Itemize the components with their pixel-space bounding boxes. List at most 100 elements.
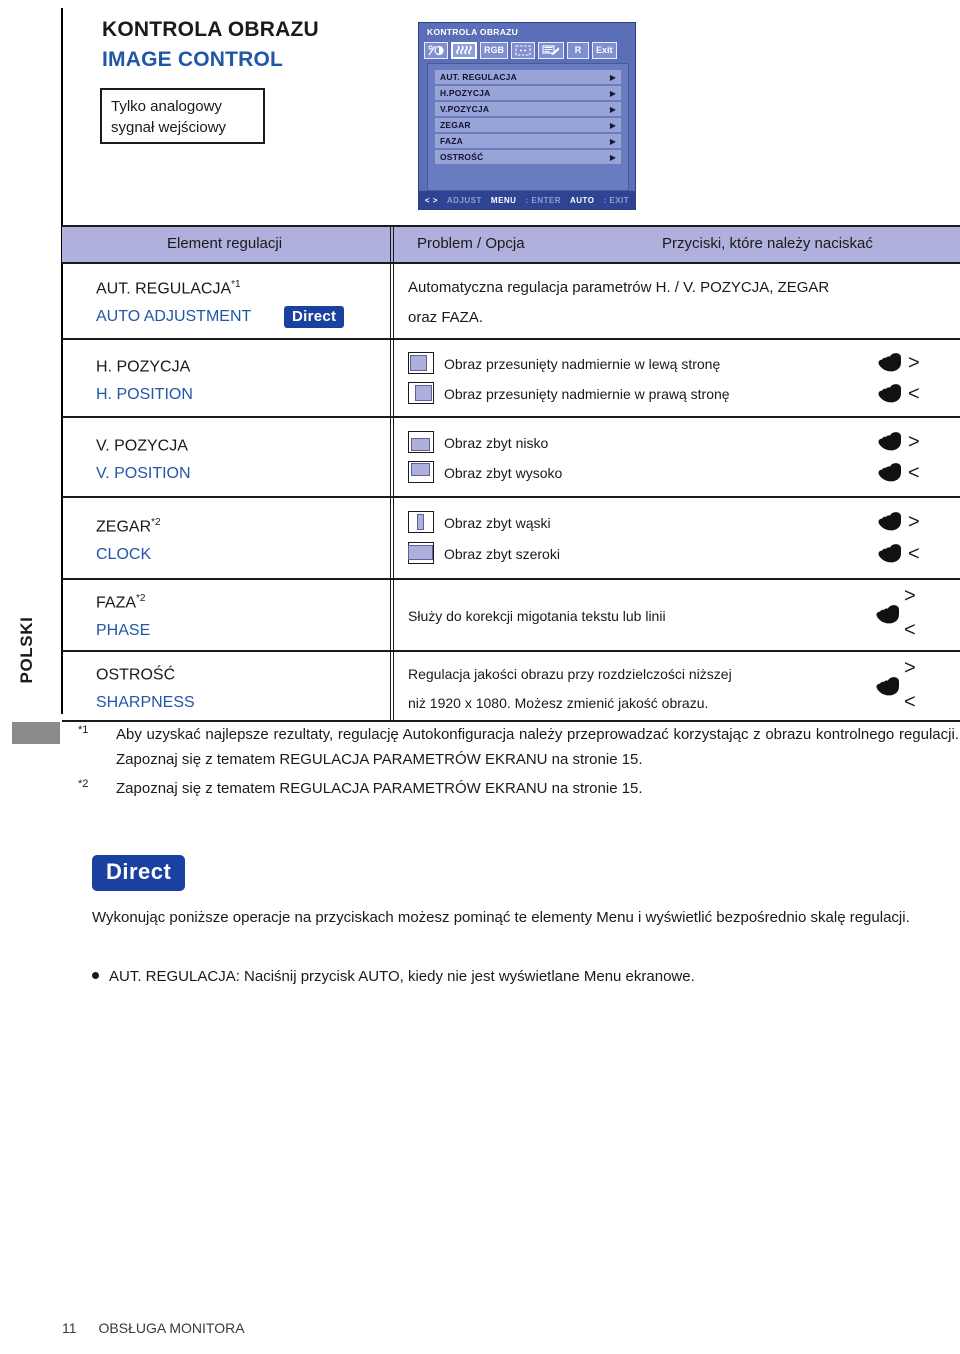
osd-status-menu-key: MENU	[490, 195, 517, 205]
pointing-hand-icon	[878, 512, 901, 531]
brightness-contrast-icon[interactable]	[424, 41, 448, 59]
osd-status-adjust-keys: < >	[424, 195, 438, 205]
direct-badge-large: Direct	[92, 855, 186, 891]
chevron-right-icon: ▶	[609, 72, 616, 82]
screen-thumb-shifted-down-icon	[408, 431, 434, 453]
direct-bullet-text: AUT. REGULACJA: Naciśnij przycisk AUTO, …	[109, 968, 695, 985]
direct-badge: Direct	[284, 306, 345, 328]
osd-menu-panel: KONTROLA OBRAZU RGB R Exit AUT. REGULACJ…	[418, 22, 636, 210]
chevron-right-icon: ▶	[609, 88, 616, 98]
osd-menu-item-label: FAZA	[440, 136, 463, 146]
footnote-1: *1 Aby uzyskać najlepsze rezultaty, regu…	[62, 722, 960, 772]
button-hint-left: <	[876, 462, 920, 483]
row-buttons-cell: > <	[864, 580, 960, 650]
row-name-en: PHASE	[96, 622, 151, 639]
analog-signal-note: Tylko analogowy sygnał wejściowy	[100, 88, 265, 144]
row-option-text: niż 1920 x 1080. Możesz zmienić jakość o…	[408, 695, 709, 711]
osd-status-adjust-label: ADJUST	[446, 195, 482, 205]
chevron-right-icon: ▶	[609, 104, 616, 114]
row-item-cell: OSTROŚĆ SHARPNESS	[62, 652, 390, 720]
row-name-pl: OSTROŚĆ	[96, 666, 176, 684]
rgb-icon-label: RGB	[484, 45, 504, 55]
rgb-icon[interactable]: RGB	[480, 41, 508, 59]
osd-menu-item-label: ZEGAR	[440, 120, 471, 130]
footer-section-title: OBSŁUGA MONITORA	[98, 1320, 245, 1336]
row-description-line: Automatyczna regulacja parametrów H. / V…	[408, 279, 830, 296]
osd-menu-item-sharpness[interactable]: OSTROŚĆ ▶	[435, 150, 621, 164]
table-row-h-position: H. POZYCJA H. POSITION Obraz przesunięty…	[62, 338, 960, 416]
screen-adjust-icon[interactable]	[511, 41, 535, 59]
button-hint-right: >	[876, 511, 920, 532]
pointing-hand-icon	[876, 605, 899, 624]
footnotes: *1 Aby uzyskać najlepsze rezultaty, regu…	[62, 722, 960, 801]
setup-menu-icon[interactable]	[538, 41, 564, 59]
screen-thumb-too-wide-icon	[408, 542, 434, 564]
osd-menu-item-clock[interactable]: ZEGAR ▶	[435, 118, 621, 132]
row-item-cell: H. POZYCJA H. POSITION	[62, 340, 390, 416]
chevron-left-label-wrap: <	[904, 692, 916, 713]
pointing-hand-icon	[878, 463, 901, 482]
row-description-line: oraz FAZA.	[408, 309, 484, 326]
chevron-right-label: >	[908, 510, 920, 533]
osd-menu-item-phase[interactable]: FAZA ▶	[435, 134, 621, 148]
chevron-left-label: <	[904, 691, 916, 713]
row-name-en: V. POSITION	[96, 465, 191, 482]
osd-menu-list: AUT. REGULACJA ▶ H.POZYCJA ▶ V.POZYCJA ▶…	[427, 63, 629, 191]
chevron-right-label: >	[908, 430, 920, 453]
footnote-marker: *2	[78, 778, 89, 790]
direct-intro-text: Wykonując poniższe operacje na przyciska…	[92, 909, 910, 926]
language-tab-marker	[12, 722, 60, 744]
row-item-cell: ZEGAR*2 CLOCK	[62, 498, 390, 578]
footer-page-number: 11	[62, 1320, 77, 1336]
row-item-cell: V. POZYCJA V. POSITION	[62, 418, 390, 496]
page-title-en: IMAGE CONTROL	[102, 48, 284, 71]
row-name-pl: H. POZYCJA	[96, 358, 191, 376]
pointing-hand-icon	[878, 544, 901, 563]
footnote-ref: *2	[151, 517, 161, 528]
row-buttons-cell: > <	[864, 340, 960, 416]
osd-menu-item-h-position[interactable]: H.POZYCJA ▶	[435, 86, 621, 100]
table-row-auto-adjustment: AUT. REGULACJA*1 AUTO ADJUSTMENT Direct …	[62, 262, 960, 338]
exit-icon[interactable]: Exit	[592, 41, 617, 59]
chevron-right-label-wrap: >	[904, 658, 916, 679]
chevron-right-label-wrap: >	[904, 586, 916, 607]
exit-icon-label: Exit	[596, 45, 613, 55]
image-control-icon[interactable]	[451, 41, 477, 59]
button-hint-left: <	[876, 543, 920, 564]
chevron-left-label: <	[908, 461, 920, 484]
table-column-divider	[390, 227, 394, 262]
pointing-hand-icon	[876, 677, 899, 696]
page-title-pl: KONTROLA OBRAZU	[102, 18, 319, 41]
osd-status-auto-key: AUTO	[569, 195, 595, 205]
chevron-right-icon: ▶	[609, 152, 616, 162]
chevron-right-icon: ▶	[609, 136, 616, 146]
row-option-text: Obraz zbyt nisko	[444, 435, 549, 451]
chevron-right-label: >	[908, 351, 920, 374]
row-description-cell: Obraz przesunięty nadmiernie w lewą stro…	[394, 340, 864, 416]
table-header-row: Element regulacji Problem / Opcja Przyci…	[62, 225, 960, 262]
row-buttons-cell: > <	[864, 498, 960, 578]
row-name-pl: AUT. REGULACJA*1	[96, 279, 241, 298]
osd-icon-bar: RGB R Exit	[424, 40, 632, 60]
recall-icon[interactable]: R	[567, 41, 589, 59]
row-name-pl: ZEGAR*2	[96, 517, 161, 536]
row-description-cell: Regulacja jakości obrazu przy rozdzielcz…	[394, 652, 894, 720]
row-option-text: Regulacja jakości obrazu przy rozdzielcz…	[408, 666, 732, 682]
row-option-text: Obraz przesunięty nadmiernie w prawą str…	[444, 386, 730, 402]
screen-thumb-shifted-right-icon	[408, 382, 434, 404]
pointing-hand-icon	[878, 432, 901, 451]
row-description-cell: Obraz zbyt wąski Obraz zbyt szeroki	[394, 498, 864, 578]
row-name-en: H. POSITION	[96, 386, 193, 403]
osd-status-menu-label: : ENTER	[525, 195, 561, 205]
row-name-pl: FAZA*2	[96, 593, 146, 612]
page-footer: 11 OBSŁUGA MONITORA	[62, 1320, 245, 1336]
osd-title: KONTROLA OBRAZU	[427, 27, 519, 37]
table-header-buttons: Przyciski, które należy naciskać	[662, 235, 873, 252]
osd-menu-item-auto-adjust[interactable]: AUT. REGULACJA ▶	[435, 70, 621, 84]
row-option-text: Obraz zbyt wąski	[444, 515, 551, 531]
row-description-cell: Automatyczna regulacja parametrów H. / V…	[394, 264, 960, 338]
osd-menu-item-v-position[interactable]: V.POZYCJA ▶	[435, 102, 621, 116]
pointing-hand-icon	[878, 384, 901, 403]
row-option-text: Obraz zbyt wysoko	[444, 465, 563, 481]
footnote-text: Aby uzyskać najlepsze rezultaty, regulac…	[116, 726, 959, 768]
